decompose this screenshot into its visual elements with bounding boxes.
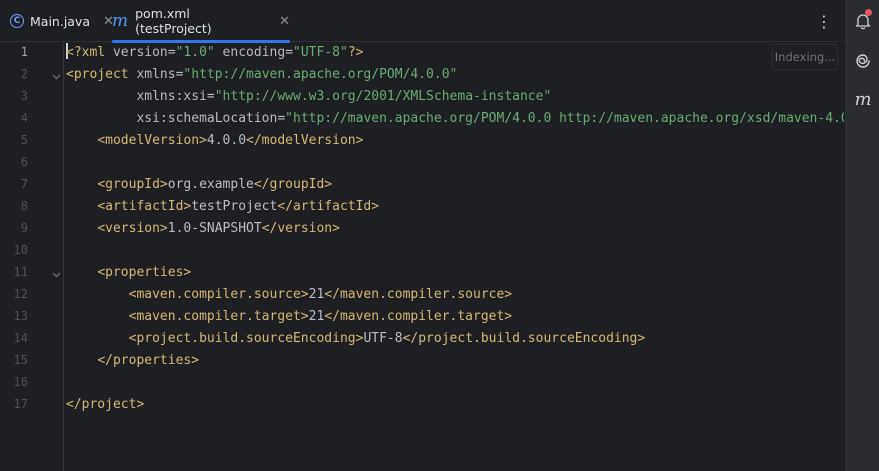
tab-label: Main.java bbox=[30, 13, 91, 29]
fold-chevron-icon[interactable] bbox=[52, 72, 61, 81]
ai-assistant-button[interactable] bbox=[852, 50, 874, 72]
tab-pom-xml[interactable]: m pom.xml (testProject) ✕ bbox=[112, 0, 290, 43]
line-number: 8 bbox=[20, 199, 28, 213]
code-line: <maven.compiler.source>21</maven.compile… bbox=[128, 287, 513, 302]
ai-assistant-icon bbox=[856, 54, 870, 68]
ide-window: C Main.java ✕ m pom.xml (testProject) ✕ … bbox=[0, 0, 879, 471]
code-line: </project> bbox=[66, 397, 145, 412]
code-line: <modelVersion>4.0.0</modelVersion> bbox=[97, 133, 364, 148]
right-tool-strip: m bbox=[844, 0, 879, 471]
code-line: <version>1.0-SNAPSHOT</version> bbox=[97, 221, 340, 236]
code-line: <groupId>org.example</groupId> bbox=[97, 177, 333, 192]
editor-pane: C Main.java ✕ m pom.xml (testProject) ✕ … bbox=[0, 0, 844, 471]
code-line: <project.build.sourceEncoding>UTF-8</pro… bbox=[128, 331, 646, 346]
line-number: 1 bbox=[20, 45, 28, 59]
indexing-status: Indexing... bbox=[772, 44, 838, 70]
line-number: 7 bbox=[20, 177, 28, 191]
fold-chevron-icon[interactable] bbox=[52, 270, 61, 279]
line-number: 5 bbox=[20, 133, 28, 147]
maven-icon: m bbox=[854, 89, 872, 110]
code-line: <artifactId>testProject</artifactId> bbox=[97, 199, 380, 214]
code-line: <project xmlns="http://maven.apache.org/… bbox=[66, 67, 458, 82]
line-number: 2 bbox=[20, 67, 28, 81]
line-number: 10 bbox=[13, 243, 28, 257]
line-number-gutter[interactable]: 1 2 3 4 5 6 7 8 9 10 11 12 13 14 15 16 1… bbox=[0, 42, 64, 471]
code-line: xmlns:xsi="http://www.w3.org/2001/XMLSch… bbox=[136, 89, 552, 104]
maven-tool-button[interactable]: m bbox=[852, 89, 874, 111]
code-line: <?xml version="1.0" encoding="UTF-8"?> bbox=[66, 43, 364, 60]
line-number: 16 bbox=[13, 375, 28, 389]
close-icon[interactable]: ✕ bbox=[279, 14, 290, 29]
notifications-button[interactable] bbox=[852, 9, 874, 32]
line-number: 4 bbox=[20, 111, 28, 125]
line-number: 14 bbox=[13, 331, 28, 345]
editor-tab-bar: C Main.java ✕ m pom.xml (testProject) ✕ … bbox=[0, 0, 844, 43]
notification-badge bbox=[865, 9, 872, 16]
java-class-icon: C bbox=[10, 14, 24, 28]
line-number: 11 bbox=[13, 265, 28, 279]
line-number: 9 bbox=[20, 221, 28, 235]
code-line: <maven.compiler.target>21</maven.compile… bbox=[128, 309, 513, 324]
maven-m-icon: m bbox=[112, 10, 129, 31]
line-number: 12 bbox=[13, 287, 28, 301]
more-tabs-menu-icon[interactable]: ⋮ bbox=[812, 10, 836, 32]
code-line: <properties> bbox=[97, 265, 192, 280]
tab-main-java[interactable]: C Main.java ✕ bbox=[10, 0, 114, 42]
line-number: 6 bbox=[20, 155, 28, 169]
line-number: 13 bbox=[13, 309, 28, 323]
code-line: </properties> bbox=[97, 353, 200, 368]
line-number: 15 bbox=[13, 353, 28, 367]
line-number: 17 bbox=[13, 397, 28, 411]
line-number: 3 bbox=[20, 89, 28, 103]
tab-label: pom.xml (testProject) bbox=[135, 6, 212, 36]
code-line: xsi:schemaLocation="http://maven.apache.… bbox=[136, 111, 844, 126]
code-editor[interactable]: <?xml version="1.0" encoding="UTF-8"?> <… bbox=[66, 42, 844, 471]
